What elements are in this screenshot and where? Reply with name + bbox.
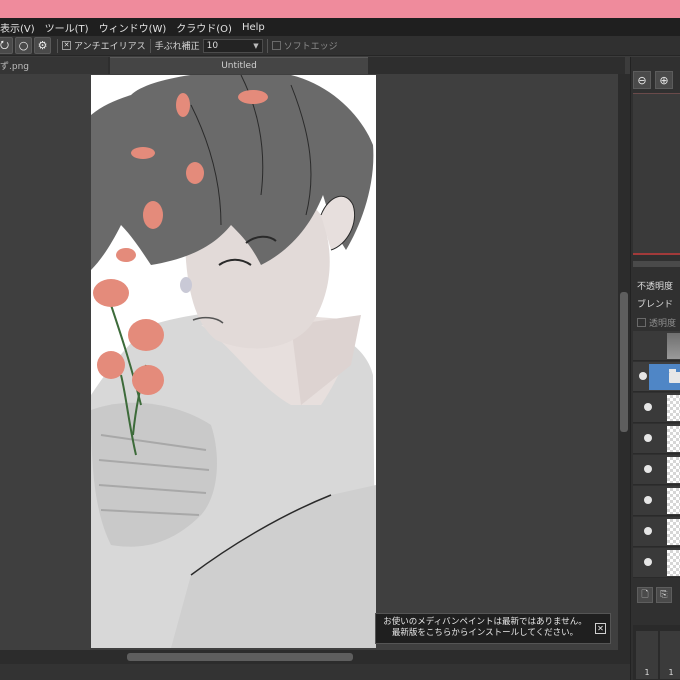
layer-row[interactable] — [633, 517, 680, 547]
zoom-in-icon: ⊕ — [659, 73, 669, 87]
navigator-toolbar: ⊖ ⊕ — [633, 71, 673, 91]
navigator-view-frame — [633, 253, 680, 255]
selected-folder-highlight — [649, 364, 680, 390]
tab-untitled-label: Untitled — [221, 61, 257, 71]
menu-bar: 表示(V) ツール(T) ウィンドウ(W) クラウド(O) Help — [0, 18, 680, 36]
notification-line-1: お使いのメディバンペイントは最新ではありません。 — [383, 617, 587, 627]
eye-icon[interactable] — [644, 403, 652, 411]
zoom-out-button[interactable]: ⊖ — [633, 71, 651, 89]
layer-row[interactable] — [633, 486, 680, 516]
eye-icon[interactable] — [639, 372, 647, 380]
brush-shape-button[interactable]: ○ — [15, 37, 32, 54]
tool-options-bar: ⭮ ○ ⚙ ✕ アンチエイリアス 手ぶれ補正 10 ▼ ソフトエッジ — [0, 36, 680, 56]
brush-cell-label: 1 — [644, 668, 650, 677]
layer-thumbnail — [667, 488, 680, 514]
artwork-illustration — [91, 75, 376, 648]
eye-icon[interactable] — [644, 434, 652, 442]
layer-row[interactable] — [633, 331, 680, 361]
layer-buttons: 🗋 ⎘ — [637, 587, 672, 603]
antialias-checkbox[interactable]: ✕ — [62, 41, 71, 50]
stabilizer-label: 手ぶれ補正 — [154, 42, 200, 52]
tab-untitled[interactable]: Untitled — [110, 57, 368, 74]
folder-icon — [669, 369, 680, 383]
navigator-preview[interactable] — [633, 93, 680, 255]
update-notification[interactable]: お使いのメディバンペイントは最新ではありません。 最新版をこちらからインストール… — [375, 613, 611, 644]
canvas-area[interactable] — [0, 74, 618, 650]
layer-folder-row[interactable] — [633, 362, 680, 392]
medibang-paint-window: 表示(V) ツール(T) ウィンドウ(W) クラウド(O) Help ⭮ ○ ⚙… — [0, 0, 680, 680]
toolbar-divider — [57, 38, 58, 53]
brush-cell[interactable]: 1 — [660, 631, 680, 679]
copy-layer-button[interactable]: ⎘ — [656, 587, 672, 603]
brush-settings-button[interactable]: ⚙ — [34, 37, 51, 54]
new-layer-icon: 🗋 — [641, 590, 649, 600]
zoom-in-button[interactable]: ⊕ — [655, 71, 673, 89]
copy-layer-icon: ⎘ — [660, 590, 668, 600]
eye-icon[interactable] — [644, 527, 652, 535]
menu-view[interactable]: 表示(V) — [0, 20, 40, 35]
zoom-out-icon: ⊖ — [637, 73, 647, 87]
menu-cloud[interactable]: クラウド(O) — [171, 20, 237, 35]
layer-thumbnail — [667, 333, 680, 359]
document-tab-bar: ず.png Untitled — [0, 57, 625, 74]
brush-cell[interactable]: 1 — [636, 631, 658, 679]
eye-icon[interactable] — [644, 465, 652, 473]
protect-alpha-row[interactable]: 透明度 — [637, 316, 676, 329]
eye-icon[interactable] — [644, 558, 652, 566]
protect-alpha-checkbox[interactable] — [637, 318, 646, 327]
notification-line-2: 最新版をこちらからインストールしてください。 — [391, 628, 579, 638]
gear-icon: ⚙ — [37, 39, 48, 52]
soft-edge-label: ソフトエッジ — [283, 42, 338, 52]
layer-thumbnail — [667, 395, 680, 421]
lasso-tool-button[interactable]: ⭮ — [0, 37, 13, 54]
layer-list — [633, 331, 680, 581]
layer-thumbnail — [667, 457, 680, 483]
vertical-scrollbar[interactable] — [618, 74, 630, 650]
layer-row[interactable] — [633, 455, 680, 485]
layer-row[interactable] — [633, 424, 680, 454]
lasso-icon: ⭮ — [0, 38, 10, 51]
soft-edge-checkbox[interactable] — [271, 41, 281, 50]
menu-tool[interactable]: ツール(T) — [40, 20, 94, 35]
layer-thumbnail — [667, 550, 680, 576]
layer-row[interactable] — [633, 548, 680, 578]
stabilizer-value: 10 — [206, 40, 219, 51]
chevron-down-icon: ▼ — [253, 41, 259, 50]
blend-label: ブレンド — [637, 300, 674, 310]
tab-file-label: ず.png — [0, 62, 29, 72]
menu-window[interactable]: ウィンドウ(W) — [94, 20, 172, 35]
antialias-label: アンチエイリアス — [74, 42, 146, 52]
horizontal-scrollbar[interactable] — [0, 650, 630, 664]
circle-icon: ○ — [18, 39, 29, 52]
opacity-label: 不透明度 — [637, 282, 674, 292]
artwork-canvas[interactable] — [91, 75, 376, 648]
horizontal-scroll-thumb[interactable] — [127, 653, 353, 661]
close-icon[interactable]: ✕ — [595, 623, 606, 634]
menu-help[interactable]: Help — [237, 22, 270, 33]
title-bar — [0, 0, 680, 18]
stabilizer-dropdown[interactable]: 10 ▼ — [202, 38, 263, 53]
right-panel: ⊖ ⊕ 不透明度 ブレンド 透明度 🗋 ⎘ 1 1 — [630, 57, 680, 680]
vertical-scroll-thumb[interactable] — [620, 292, 628, 432]
brush-cell-label: 1 — [668, 668, 674, 677]
eye-icon[interactable] — [644, 496, 652, 504]
toolbar-divider — [266, 38, 268, 53]
brush-panel: 1 1 — [633, 625, 680, 680]
tab-file[interactable]: ず.png — [0, 57, 108, 74]
layer-thumbnail — [667, 426, 680, 452]
protect-alpha-label: 透明度 — [649, 319, 677, 329]
toolbar-divider — [149, 38, 151, 53]
panel-splitter[interactable] — [633, 261, 680, 267]
layer-row[interactable] — [633, 393, 680, 423]
new-layer-button[interactable]: 🗋 — [637, 587, 653, 603]
status-strip — [0, 664, 630, 680]
layer-thumbnail — [667, 519, 680, 545]
